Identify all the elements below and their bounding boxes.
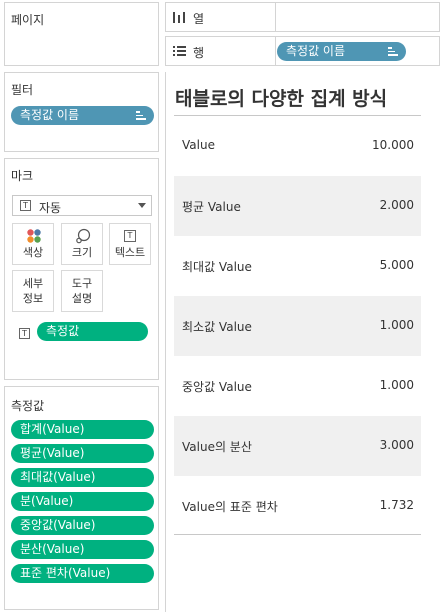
text-icon: T xyxy=(124,230,136,242)
measure-pill-sum[interactable]: 합계(Value) xyxy=(11,420,154,439)
measure-pill-min[interactable]: 분(Value) xyxy=(11,492,154,511)
row-header: Value xyxy=(182,138,215,152)
size-button[interactable]: 크기 xyxy=(61,223,103,265)
text-mark-icon: T xyxy=(20,200,31,211)
detail-button[interactable]: 세부 정보 xyxy=(12,270,54,312)
marks-card: 마크 T 자동 색상 크기 T 텍스트 세부 정보 도구 설명 T 측정값 xyxy=(4,158,159,380)
table-row[interactable]: Value의 표준 편차 1.732 xyxy=(174,476,421,536)
row-value: 10.000 xyxy=(372,138,414,152)
row-value: 1.732 xyxy=(379,498,414,512)
table-row[interactable]: 최대값 Value 5.000 xyxy=(174,236,421,296)
table-row[interactable]: 평균 Value 2.000 xyxy=(174,176,421,236)
tooltip-button[interactable]: 도구 설명 xyxy=(61,270,103,312)
viz-title[interactable]: 태블로의 다양한 집계 방식 xyxy=(175,84,387,111)
measure-pill-max[interactable]: 최대값(Value) xyxy=(11,468,154,487)
shelf-divider xyxy=(275,3,276,31)
table-row[interactable]: 중앙값 Value 1.000 xyxy=(174,356,421,416)
chevron-down-icon xyxy=(138,203,146,208)
row-value: 5.000 xyxy=(379,258,414,272)
rows-pill-label: 측정값 이름 xyxy=(286,44,346,58)
detail-label-line2: 정보 xyxy=(22,292,44,305)
measure-pill-stdev[interactable]: 표준 편차(Value) xyxy=(11,564,154,583)
filters-title: 필터 xyxy=(11,83,34,97)
viz-area[interactable]: 태블로의 다양한 집계 방식 Value 10.000 평균 Value 2.0… xyxy=(165,72,440,612)
measure-values-card: 측정값 합계(Value) 평균(Value) 최대값(Value) 분(Val… xyxy=(4,386,159,610)
filters-card[interactable]: 필터 측정값 이름 xyxy=(4,72,159,152)
row-value: 1.000 xyxy=(379,378,414,392)
row-header: 평균 Value xyxy=(182,200,241,214)
tooltip-label-line2: 설명 xyxy=(71,292,93,305)
mark-type-dropdown[interactable]: T 자동 xyxy=(12,195,152,216)
row-value: 2.000 xyxy=(379,198,414,212)
detail-label-line1: 세부 xyxy=(22,277,44,290)
sort-icon xyxy=(136,111,146,120)
pages-card[interactable]: 페이지 xyxy=(4,2,159,66)
rows-pill-measure-names[interactable]: 측정값 이름 xyxy=(277,42,406,61)
marks-title: 마크 xyxy=(11,169,34,183)
filter-pill-measure-names[interactable]: 측정값 이름 xyxy=(11,106,154,125)
table-row[interactable]: Value 10.000 xyxy=(174,116,421,176)
color-dots-icon xyxy=(27,229,41,243)
measure-values-pill-label: 측정값 xyxy=(46,324,80,338)
row-header: 최대값 Value xyxy=(182,260,252,274)
row-value: 1.000 xyxy=(379,318,414,332)
measure-pill-median[interactable]: 중앙값(Value) xyxy=(11,516,154,535)
table-row[interactable]: 최소값 Value 1.000 xyxy=(174,296,421,356)
rows-icon xyxy=(173,46,186,56)
shelf-divider xyxy=(275,37,276,65)
row-header: Value의 분산 xyxy=(182,440,252,454)
rows-label: 행 xyxy=(193,46,205,60)
row-header: Value의 표준 편차 xyxy=(182,500,278,514)
table-bottom-divider xyxy=(174,534,421,535)
columns-icon xyxy=(173,12,185,23)
row-header: 최소값 Value xyxy=(182,320,252,334)
text-button[interactable]: T 텍스트 xyxy=(109,223,151,265)
tooltip-label-line1: 도구 xyxy=(71,277,93,290)
row-value: 3.000 xyxy=(379,438,414,452)
measure-values-text-pill[interactable]: 측정값 xyxy=(37,322,148,341)
filter-pill-label: 측정값 이름 xyxy=(20,108,80,122)
size-icon xyxy=(76,228,91,244)
mark-type-value: 자동 xyxy=(39,201,62,215)
text-encoding-icon: T xyxy=(19,328,30,339)
row-header: 중앙값 Value xyxy=(182,380,252,394)
measure-pill-variance[interactable]: 분산(Value) xyxy=(11,540,154,559)
pages-title: 페이지 xyxy=(11,13,45,27)
color-button-label: 색상 xyxy=(22,246,44,259)
table-row[interactable]: Value의 분산 3.000 xyxy=(174,416,421,476)
measure-pill-average[interactable]: 평균(Value) xyxy=(11,444,154,463)
text-button-label: 텍스트 xyxy=(114,246,146,259)
rows-shelf[interactable]: 행 측정값 이름 xyxy=(165,36,440,66)
sort-icon xyxy=(388,47,398,56)
color-button[interactable]: 색상 xyxy=(12,223,54,265)
size-button-label: 크기 xyxy=(71,246,93,259)
columns-shelf[interactable]: 열 xyxy=(165,2,440,32)
measure-values-title: 측정값 xyxy=(11,399,45,413)
columns-label: 열 xyxy=(193,12,205,26)
